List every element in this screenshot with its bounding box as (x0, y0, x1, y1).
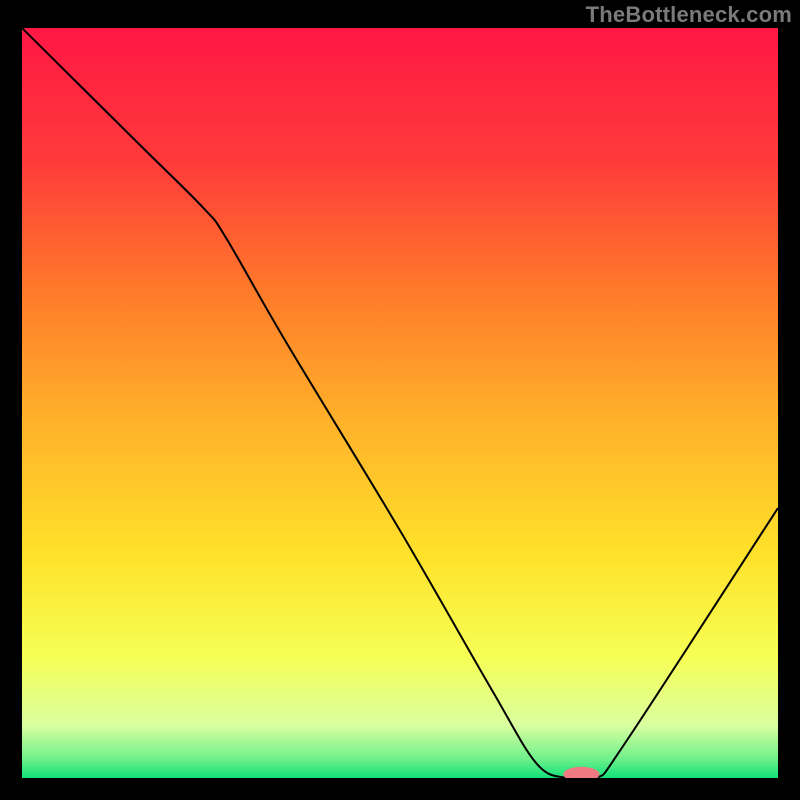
plot-svg (22, 28, 778, 778)
plot-frame (22, 28, 778, 778)
watermark-text: TheBottleneck.com (586, 2, 792, 28)
chart-stage: TheBottleneck.com (0, 0, 800, 800)
